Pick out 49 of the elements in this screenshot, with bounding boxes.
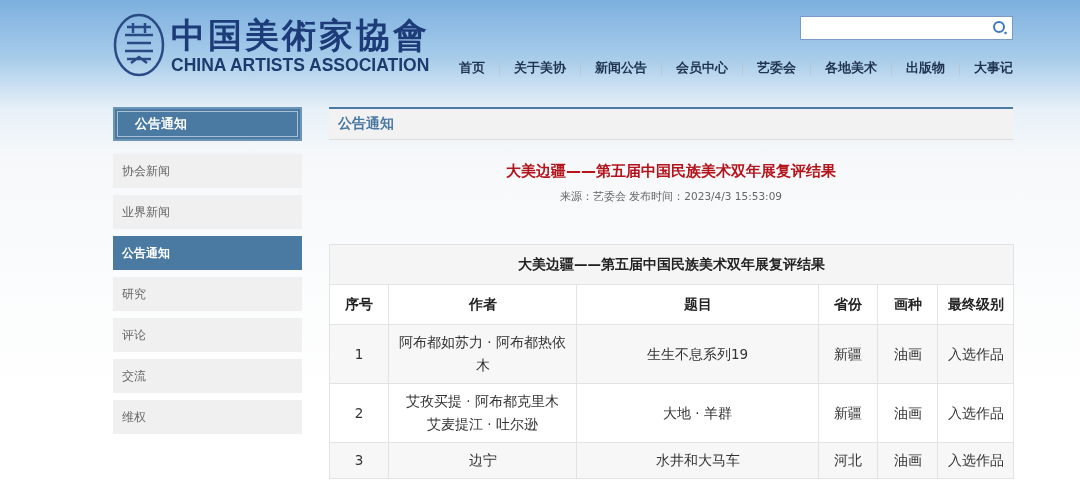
nav-link[interactable]: 关于美协 [514, 60, 566, 77]
nav-link[interactable]: 出版物 [906, 60, 945, 77]
table-cell: 油画 [877, 383, 938, 443]
sidebar-item[interactable]: 协会新闻 [113, 154, 302, 188]
section-title: 公告通知 [329, 107, 1013, 140]
logo-subtitle: CHINA ARTISTS ASSOCIATION [171, 55, 430, 75]
table-cell: 1 [329, 324, 389, 384]
sidebar-title: 公告通知 [113, 107, 302, 141]
table-cell: 入选作品 [937, 324, 1014, 384]
nav-link[interactable]: 各地美术 [825, 60, 877, 77]
column-header: 最终级别 [937, 284, 1014, 325]
logo-title: 中国美術家協會 [171, 15, 430, 55]
search-icon[interactable] [992, 20, 1008, 36]
table-cell: 生生不息系列19 [576, 324, 819, 384]
table-cell: 边宁 [388, 442, 577, 479]
column-header: 作者 [388, 284, 577, 325]
search-field[interactable] [800, 16, 1013, 40]
article-meta: 来源：艺委会 发布时间：2023/4/3 15:53:09 [559, 190, 783, 204]
column-header: 题目 [576, 284, 819, 325]
nav-link[interactable]: 艺委会 [757, 60, 796, 77]
table-cell: 入选作品 [937, 383, 1014, 443]
table-cell: 油画 [877, 442, 938, 479]
column-header: 省份 [818, 284, 878, 325]
table-cell: 河北 [818, 442, 878, 479]
sidebar-item[interactable]: 评论 [113, 318, 302, 352]
table-cell: 阿布都如苏力 · 阿布都热依木 [388, 324, 577, 384]
table-cell: 大地 · 羊群 [576, 383, 819, 443]
column-header: 画种 [877, 284, 938, 325]
table-cell: 水井和大马车 [576, 442, 819, 479]
sidebar-item[interactable]: 业界新闻 [113, 195, 302, 229]
nav-link[interactable]: 会员中心 [676, 60, 728, 77]
table-cell: 入选作品 [937, 442, 1014, 479]
table-cell: 2 [329, 383, 389, 443]
sidebar-item[interactable]: 维权 [113, 400, 302, 434]
column-header: 序号 [329, 284, 389, 325]
table-cell: 艾孜买提 · 阿布都克里木 艾麦提江 · 吐尔逊 [388, 383, 577, 443]
nav-link[interactable]: 新闻公告 [595, 60, 647, 77]
article-title: 大美边疆——第五届中国民族美术双年展复评结果 [505, 162, 837, 181]
emblem-icon [113, 13, 165, 77]
table-caption: 大美边疆——第五届中国民族美术双年展复评结果 [329, 244, 1014, 285]
nav-link[interactable]: 首页 [459, 60, 485, 77]
table-cell: 3 [329, 442, 389, 479]
nav-link[interactable]: 大事记 [974, 60, 1013, 77]
sidebar-item[interactable]: 研究 [113, 277, 302, 311]
sidebar-item[interactable]: 交流 [113, 359, 302, 393]
table-cell: 油画 [877, 324, 938, 384]
sidebar-item[interactable]: 公告通知 [113, 236, 302, 270]
table-cell: 新疆 [818, 324, 878, 384]
table-cell: 新疆 [818, 383, 878, 443]
